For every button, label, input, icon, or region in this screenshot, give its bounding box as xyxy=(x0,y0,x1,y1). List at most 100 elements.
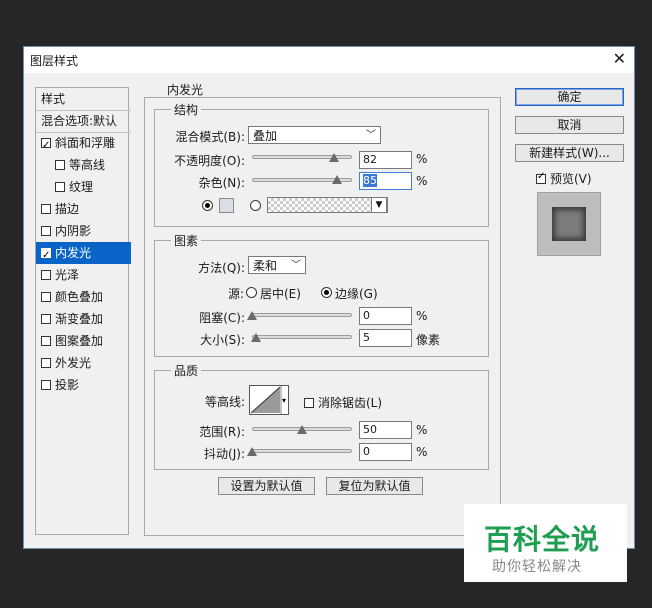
source-center-radio[interactable] xyxy=(246,287,257,298)
preview-checkbox[interactable]: 预览(V) xyxy=(536,170,592,187)
close-icon[interactable]: ✕ xyxy=(613,50,626,68)
blend-mode-value: 叠加 xyxy=(253,129,278,143)
jitter-unit: % xyxy=(416,445,428,459)
style-item-checkbox[interactable] xyxy=(41,292,51,302)
style-item-checkbox[interactable] xyxy=(41,336,51,346)
contour-label: 等高线: xyxy=(204,395,245,409)
contour-picker[interactable]: ▾ xyxy=(249,385,289,415)
jitter-slider[interactable] xyxy=(252,449,352,453)
style-item[interactable]: 投影 xyxy=(36,374,131,396)
size-label: 大小(S): xyxy=(199,333,245,347)
style-item[interactable]: 描边 xyxy=(36,198,131,220)
style-preview-thumbnail xyxy=(537,192,601,256)
size-slider-thumb[interactable] xyxy=(251,333,261,342)
blend-mode-label: 混合模式(B): xyxy=(175,130,245,144)
style-item-checkbox[interactable] xyxy=(41,314,51,324)
style-item-checkbox[interactable] xyxy=(41,245,51,264)
styles-list: 样式 混合选项:默认 斜面和浮雕等高线纹理描边内阴影内发光光泽颜色叠加渐变叠加图… xyxy=(35,87,131,535)
solid-color-radio[interactable] xyxy=(202,200,213,211)
source-center-label[interactable]: 居中(E) xyxy=(260,285,301,302)
new-style-button[interactable]: 新建样式(W)... xyxy=(515,144,624,162)
preview-check-icon xyxy=(536,171,546,184)
style-item-checkbox[interactable] xyxy=(41,204,51,214)
style-item-label: 等高线 xyxy=(69,158,106,172)
ok-button[interactable]: 确定 xyxy=(515,88,624,106)
antialias-checkbox[interactable]: 消除锯齿(L) xyxy=(304,394,382,411)
noise-input[interactable]: 85 xyxy=(359,172,412,190)
style-item-label: 光泽 xyxy=(55,268,80,282)
noise-unit: % xyxy=(416,174,428,188)
contour-curve-icon: ▾ xyxy=(250,386,286,414)
choke-slider[interactable] xyxy=(252,313,352,317)
style-item[interactable]: 颜色叠加 xyxy=(36,286,131,308)
style-item-label: 投影 xyxy=(55,378,80,392)
style-item-checkbox[interactable] xyxy=(55,182,65,192)
watermark: 百科全说 助你轻松解决 xyxy=(464,504,627,582)
style-item[interactable]: 等高线 xyxy=(36,154,145,176)
style-item-checkbox[interactable] xyxy=(41,226,51,236)
layer-style-dialog: 图层样式 ✕ 样式 混合选项:默认 斜面和浮雕等高线纹理描边内阴影内发光光泽颜色… xyxy=(23,46,635,549)
style-item-label: 内发光 xyxy=(55,246,92,260)
gradient-dropdown-icon[interactable]: ▼ xyxy=(371,197,387,213)
choke-slider-thumb[interactable] xyxy=(247,311,257,320)
elements-title: 图素 xyxy=(171,232,202,249)
gradient-radio[interactable] xyxy=(250,200,261,211)
style-item-label: 颜色叠加 xyxy=(55,290,104,304)
cancel-button[interactable]: 取消 xyxy=(515,116,624,134)
range-input[interactable]: 50 xyxy=(359,421,412,439)
style-item[interactable]: 外发光 xyxy=(36,352,131,374)
reset-default-button[interactable]: 复位为默认值 xyxy=(326,477,423,495)
noise-slider-thumb[interactable] xyxy=(332,175,342,184)
style-item-checkbox[interactable] xyxy=(41,380,51,390)
style-item[interactable]: 纹理 xyxy=(36,176,145,198)
style-item-label: 内阴影 xyxy=(55,224,92,238)
size-input[interactable]: 5 xyxy=(359,329,412,347)
method-select[interactable]: 柔和 ﹀ xyxy=(248,256,306,274)
style-item-label: 斜面和浮雕 xyxy=(55,136,116,150)
choke-unit: % xyxy=(416,309,428,323)
gradient-picker[interactable] xyxy=(267,197,388,213)
style-item[interactable]: 光泽 xyxy=(36,264,131,286)
style-item[interactable]: 内阴影 xyxy=(36,220,131,242)
size-slider[interactable] xyxy=(252,335,352,339)
style-item[interactable]: 斜面和浮雕 xyxy=(36,132,131,154)
style-item[interactable]: 渐变叠加 xyxy=(36,308,131,330)
make-default-button[interactable]: 设置为默认值 xyxy=(218,477,315,495)
range-slider-thumb[interactable] xyxy=(297,425,307,434)
structure-title: 结构 xyxy=(171,101,202,118)
chevron-down-icon: ﹀ xyxy=(366,130,376,141)
source-edge-radio[interactable] xyxy=(321,287,332,298)
style-item-checkbox[interactable] xyxy=(41,135,51,154)
style-item-checkbox[interactable] xyxy=(55,160,65,170)
chevron-down-icon: ﹀ xyxy=(291,260,301,271)
quality-title: 品质 xyxy=(171,362,202,379)
style-item-label: 渐变叠加 xyxy=(55,312,104,326)
opacity-slider-thumb[interactable] xyxy=(329,153,339,162)
styles-header[interactable]: 样式 xyxy=(36,88,131,111)
style-item[interactable]: 内发光 xyxy=(36,242,131,264)
choke-input[interactable]: 0 xyxy=(359,307,412,325)
opacity-unit: % xyxy=(416,152,428,166)
style-item-label: 描边 xyxy=(55,202,80,216)
glow-color-swatch[interactable] xyxy=(219,198,234,213)
source-edge-label[interactable]: 边缘(G) xyxy=(335,285,378,302)
jitter-slider-thumb[interactable] xyxy=(247,447,257,456)
jitter-input[interactable]: 0 xyxy=(359,443,412,461)
blend-mode-select[interactable]: 叠加 ﹀ xyxy=(248,126,381,144)
jitter-label: 抖动(J): xyxy=(204,447,245,461)
style-item-label: 外发光 xyxy=(55,356,92,370)
opacity-label: 不透明度(O): xyxy=(174,154,245,168)
blend-options-item[interactable]: 混合选项:默认 xyxy=(36,110,131,133)
panel-title: 内发光 xyxy=(164,81,207,98)
svg-text:▾: ▾ xyxy=(282,396,286,405)
style-item[interactable]: 图案叠加 xyxy=(36,330,131,352)
style-item-checkbox[interactable] xyxy=(41,358,51,368)
watermark-title: 百科全说 xyxy=(484,523,601,556)
size-unit: 像素 xyxy=(416,333,441,347)
style-item-checkbox[interactable] xyxy=(41,270,51,280)
opacity-input[interactable]: 82 xyxy=(359,151,412,169)
title-bar: 图层样式 ✕ xyxy=(24,47,634,73)
preview-label: 预览(V) xyxy=(550,172,592,186)
range-label: 范围(R): xyxy=(199,425,245,439)
choke-label: 阻塞(C): xyxy=(199,311,245,325)
